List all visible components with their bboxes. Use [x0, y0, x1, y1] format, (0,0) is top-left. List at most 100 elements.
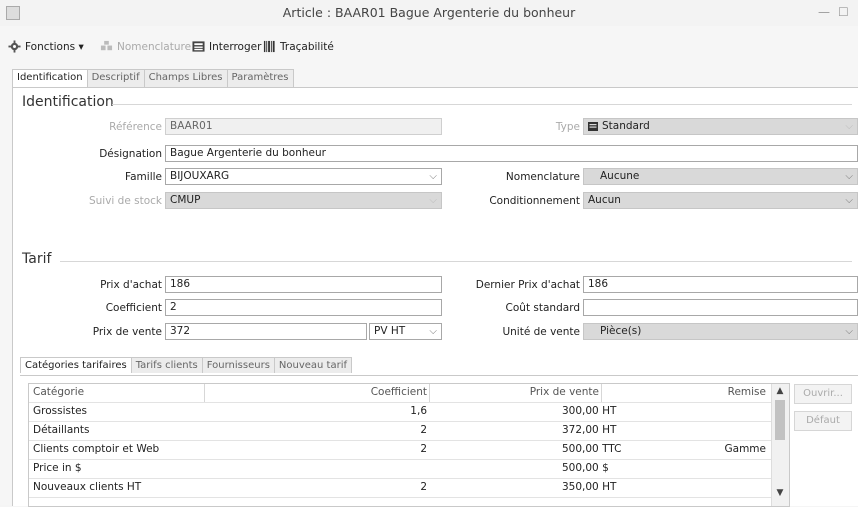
- tab-categories-tarifaires[interactable]: Catégories tarifaires: [20, 357, 132, 373]
- nomenclature-value: Aucune: [600, 170, 640, 182]
- prix-achat-field[interactable]: 186: [165, 276, 442, 293]
- minimize-icon[interactable]: —: [818, 5, 830, 19]
- designation-field[interactable]: Bague Argenterie du bonheur: [165, 145, 858, 162]
- column-divider: [429, 384, 430, 402]
- suivi-stock-value: CMUP: [170, 194, 201, 206]
- chevron-down-icon: ⌵: [429, 171, 437, 182]
- scroll-down-icon[interactable]: ▼: [772, 488, 788, 502]
- column-divider: [204, 384, 205, 402]
- nomenclature-field-label: Nomenclature: [505, 171, 580, 183]
- nomenclature-label: Nomenclature: [117, 40, 192, 53]
- unite-vente-value: Pièce(s): [600, 325, 642, 337]
- reference-label: Référence: [109, 121, 162, 133]
- chevron-down-icon: ⌵: [845, 195, 853, 206]
- cell-prix-vente: 372,00 HT: [562, 424, 617, 436]
- prix-vente-field[interactable]: 372: [165, 323, 367, 340]
- tab-fournisseurs[interactable]: Fournisseurs: [201, 357, 275, 373]
- nomenclature-icon: [100, 40, 113, 51]
- fonctions-label: Fonctions ▾: [25, 40, 84, 53]
- ouvrir-button[interactable]: Ouvrir...: [794, 384, 852, 404]
- suivi-stock-select[interactable]: CMUP ⌵: [165, 192, 442, 209]
- table-row[interactable]: Grossistes 1,6 300,00 HT: [29, 403, 771, 422]
- coefficient-field[interactable]: 2: [165, 299, 442, 316]
- interroger-label: Interroger: [209, 40, 262, 53]
- nomenclature-button[interactable]: Nomenclature: [100, 40, 191, 53]
- tab-descriptif[interactable]: Descriptif: [86, 69, 145, 87]
- nomenclature-select[interactable]: Aucune ⌵: [583, 168, 858, 185]
- prix-vente-unit-value: PV HT: [374, 325, 406, 337]
- cell-coefficient: 2: [420, 443, 427, 455]
- cell-coefficient: 2: [420, 424, 427, 436]
- tarif-section-title: Tarif: [22, 251, 52, 267]
- toolbar: Fonctions ▾ Nomenclature Interroger Traç…: [0, 37, 858, 59]
- table-row[interactable]: Clients comptoir et Web 2 500,00 TTC Gam…: [29, 441, 771, 460]
- chevron-down-icon: ⌵: [845, 326, 853, 337]
- cell-prix-vente: 500,00 $: [562, 462, 609, 474]
- unite-vente-select[interactable]: Pièce(s) ⌵: [583, 323, 858, 340]
- conditionnement-label: Conditionnement: [489, 195, 580, 207]
- type-label: Type: [555, 121, 580, 133]
- prix-achat-label: Prix d'achat: [100, 279, 162, 291]
- grid-scrollbar[interactable]: ▲ ▼: [771, 384, 789, 506]
- type-value: Standard: [602, 120, 650, 132]
- table-row[interactable]: Price in $ 500,00 $: [29, 460, 771, 479]
- main-tabs: Identification Descriptif Champs Libres …: [12, 69, 294, 87]
- table-row[interactable]: Nouveaux clients HT 2 350,00 HT: [29, 479, 771, 498]
- defaut-button[interactable]: Défaut: [794, 411, 852, 431]
- scroll-thumb[interactable]: [775, 400, 785, 440]
- cell-coefficient: 1,6: [410, 405, 427, 417]
- prix-vente-label: Prix de vente: [92, 326, 162, 338]
- col-header-categorie[interactable]: Catégorie: [33, 386, 84, 398]
- col-header-prix-vente[interactable]: Prix de vente: [530, 386, 599, 398]
- tab-champs-libres[interactable]: Champs Libres: [143, 69, 228, 87]
- identification-section-title: Identification: [22, 94, 114, 110]
- tracabilite-button[interactable]: Traçabilité: [263, 40, 334, 53]
- conditionnement-value: Aucun: [588, 194, 621, 206]
- grid-header: Catégorie Coefficient Prix de vente Remi…: [29, 384, 771, 403]
- chevron-down-icon: ⌵: [845, 121, 853, 132]
- cell-categorie: Clients comptoir et Web: [33, 443, 160, 455]
- col-header-remise[interactable]: Remise: [728, 386, 766, 398]
- interroger-button[interactable]: Interroger: [192, 40, 261, 53]
- interroger-icon: [192, 41, 205, 52]
- type-select[interactable]: Standard ⌵: [583, 118, 858, 135]
- subtabs-divider: [20, 375, 858, 376]
- cell-coefficient: 2: [420, 481, 427, 493]
- cell-prix-vente: 300,00 HT: [562, 405, 617, 417]
- chevron-down-icon: ⌵: [429, 326, 437, 337]
- maximize-icon[interactable]: ☐: [838, 5, 849, 19]
- article-window: Article : BAAR01 Bague Argenterie du bon…: [0, 0, 858, 507]
- suivi-stock-label: Suivi de stock: [88, 195, 162, 207]
- coefficient-label: Coefficient: [105, 302, 162, 314]
- tarif-divider: [60, 261, 852, 262]
- cell-categorie: Détaillants: [33, 424, 90, 436]
- prix-vente-unit-select[interactable]: PV HT ⌵: [369, 323, 442, 340]
- cout-standard-field[interactable]: [583, 299, 858, 316]
- tab-tarifs-clients[interactable]: Tarifs clients: [130, 357, 203, 373]
- designation-label: Désignation: [99, 148, 162, 160]
- famille-value: BIJOUXARG: [170, 170, 230, 182]
- categories-grid: Catégorie Coefficient Prix de vente Remi…: [28, 383, 790, 507]
- famille-label: Famille: [125, 171, 162, 183]
- scroll-up-icon[interactable]: ▲: [772, 386, 788, 400]
- cell-categorie: Price in $: [33, 462, 82, 474]
- barcode-icon: [263, 40, 275, 53]
- unite-vente-label: Unité de vente: [502, 326, 580, 338]
- conditionnement-select[interactable]: Aucun ⌵: [583, 192, 858, 209]
- table-row[interactable]: Détaillants 2 372,00 HT: [29, 422, 771, 441]
- tab-parametres[interactable]: Paramètres: [226, 69, 294, 87]
- col-header-coefficient[interactable]: Coefficient: [371, 386, 427, 398]
- chevron-down-icon: ⌵: [845, 171, 853, 182]
- window-title: Article : BAAR01 Bague Argenterie du bon…: [282, 5, 576, 20]
- tab-identification[interactable]: Identification: [12, 69, 88, 87]
- dernier-prix-field[interactable]: 186: [583, 276, 858, 293]
- tarif-subtabs: Catégories tarifaires Tarifs clients Fou…: [20, 357, 353, 373]
- column-divider: [601, 384, 602, 402]
- cell-remise: Gamme: [724, 443, 767, 455]
- reference-field[interactable]: BAAR01: [165, 118, 442, 135]
- tab-nouveau-tarif[interactable]: Nouveau tarif: [273, 357, 353, 373]
- famille-select[interactable]: BIJOUXARG ⌵: [165, 168, 442, 185]
- cell-categorie: Nouveaux clients HT: [33, 481, 142, 493]
- title-bar: Article : BAAR01 Bague Argenterie du bon…: [0, 0, 858, 26]
- fonctions-menu[interactable]: Fonctions ▾: [8, 40, 84, 53]
